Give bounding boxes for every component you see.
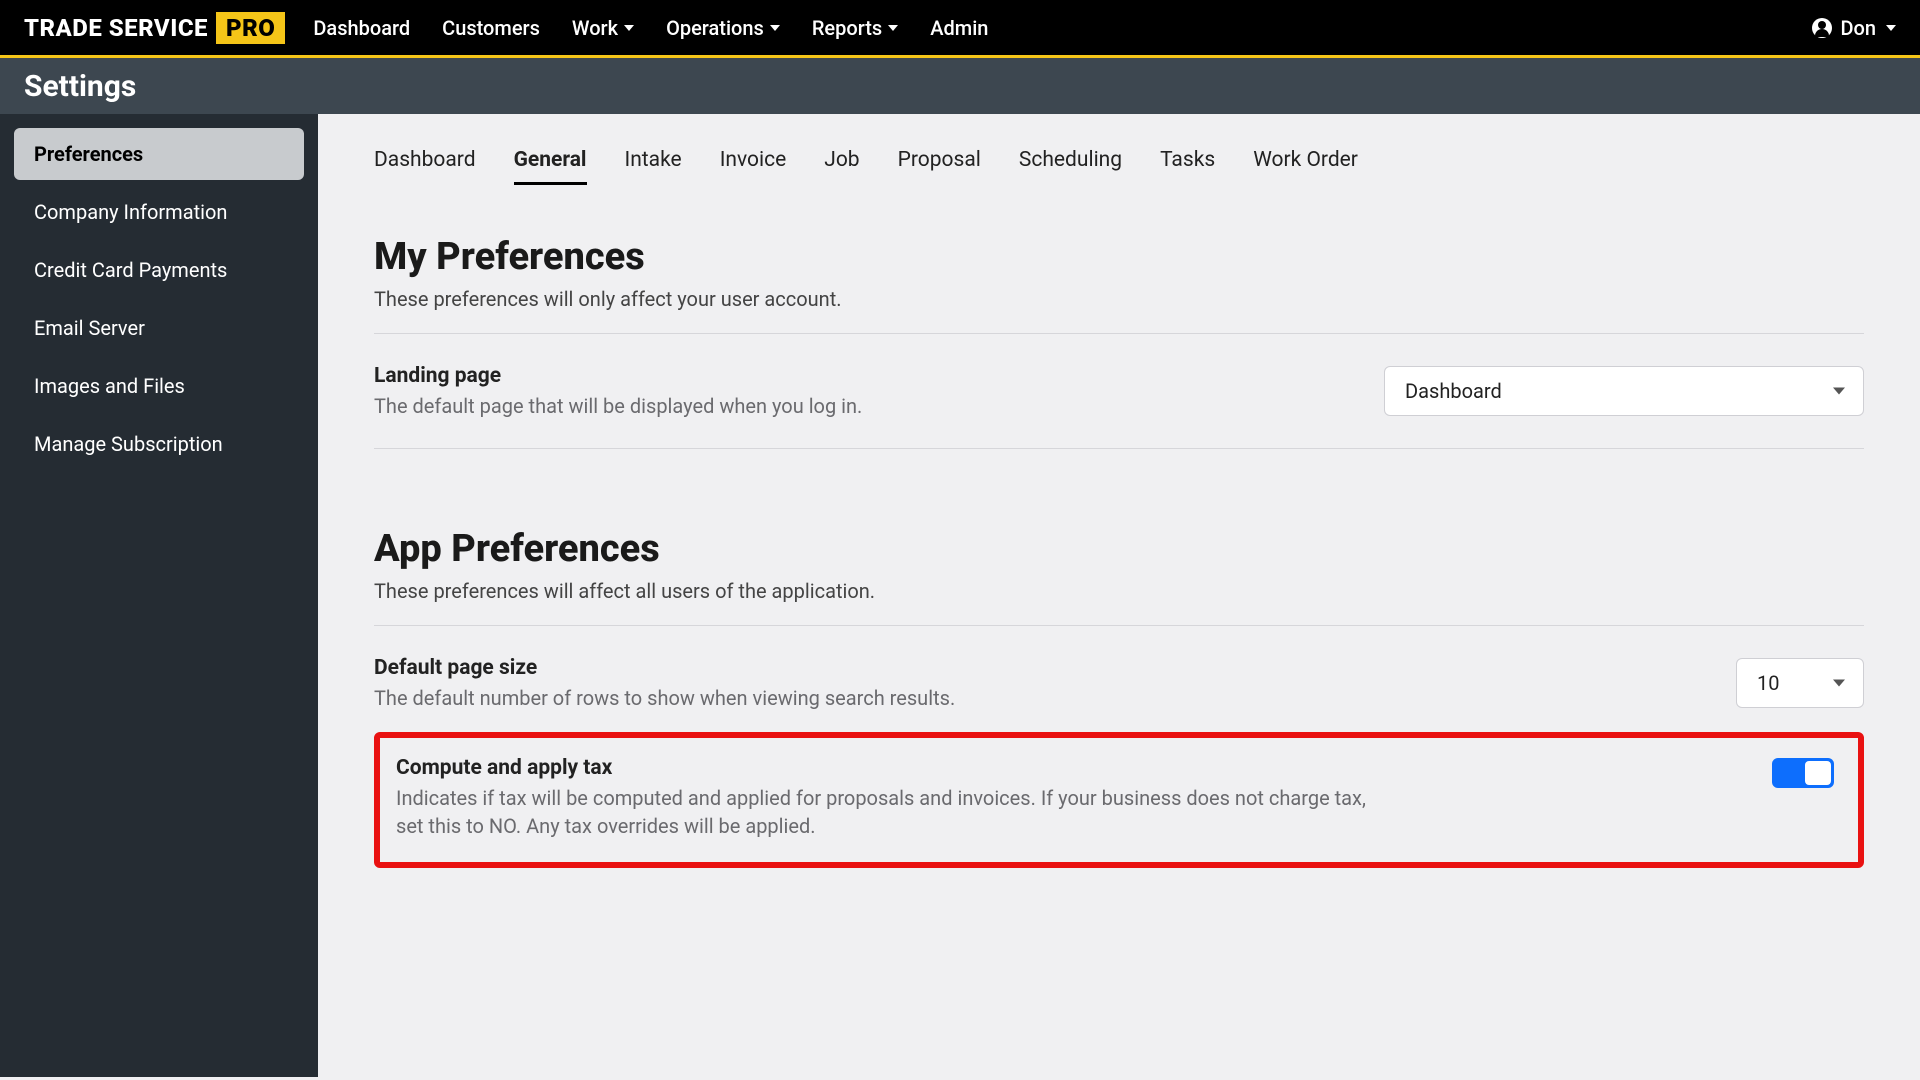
top-nav: TRADE SERVICE PRO Dashboard Customers Wo…: [0, 0, 1920, 58]
nav-label: Work: [572, 16, 618, 40]
pref-title: Landing page: [374, 364, 1384, 388]
user-menu[interactable]: Don: [1812, 16, 1896, 40]
nav-label: Reports: [812, 16, 882, 40]
tab-intake[interactable]: Intake: [625, 138, 682, 185]
tab-label: Invoice: [720, 148, 787, 172]
landing-page-select[interactable]: Dashboard: [1384, 366, 1864, 416]
select-value: 10: [1757, 671, 1779, 695]
pref-desc: The default number of rows to show when …: [374, 684, 1354, 712]
settings-header: Settings: [0, 58, 1920, 114]
tab-label: Scheduling: [1019, 148, 1122, 172]
nav-customers[interactable]: Customers: [442, 16, 540, 40]
nav-operations[interactable]: Operations: [666, 16, 780, 40]
nav-items: Dashboard Customers Work Operations Repo…: [313, 16, 1812, 40]
caret-down-icon: [888, 25, 898, 31]
logo[interactable]: TRADE SERVICE PRO: [24, 12, 285, 44]
page-size-select[interactable]: 10: [1736, 658, 1864, 708]
pref-desc: The default page that will be displayed …: [374, 392, 1354, 420]
my-preferences-sub: These preferences will only affect your …: [374, 287, 1864, 311]
pref-left: Compute and apply tax Indicates if tax w…: [396, 756, 1772, 840]
main-content: Dashboard General Intake Invoice Job Pro…: [318, 114, 1920, 1077]
nav-admin[interactable]: Admin: [930, 16, 988, 40]
app-preferences-heading: App Preferences: [374, 527, 1864, 571]
sidebar-item-label: Company Information: [34, 200, 227, 224]
sidebar-item-manage-subscription[interactable]: Manage Subscription: [14, 418, 304, 470]
tab-label: Intake: [625, 148, 682, 172]
nav-reports[interactable]: Reports: [812, 16, 898, 40]
tab-label: Proposal: [898, 148, 981, 172]
layout: Preferences Company Information Credit C…: [0, 114, 1920, 1077]
tab-label: General: [514, 148, 587, 172]
pref-row-landing-page: Landing page The default page that will …: [374, 358, 1864, 449]
app-preferences-sub: These preferences will affect all users …: [374, 579, 1864, 603]
pref-row-compute-tax-highlighted: Compute and apply tax Indicates if tax w…: [374, 732, 1864, 868]
settings-title: Settings: [24, 69, 136, 104]
sidebar: Preferences Company Information Credit C…: [0, 114, 318, 1077]
pref-row-default-page-size: Default page size The default number of …: [374, 650, 1864, 730]
my-preferences-heading: My Preferences: [374, 235, 1864, 279]
caret-down-icon: [624, 25, 634, 31]
nav-label: Operations: [666, 16, 764, 40]
tab-dashboard[interactable]: Dashboard: [374, 138, 476, 185]
nav-work[interactable]: Work: [572, 16, 634, 40]
tab-scheduling[interactable]: Scheduling: [1019, 138, 1122, 185]
sidebar-item-label: Email Server: [34, 316, 145, 340]
nav-label: Customers: [442, 16, 540, 40]
sidebar-item-images-and-files[interactable]: Images and Files: [14, 360, 304, 412]
tab-tasks[interactable]: Tasks: [1160, 138, 1215, 185]
tab-job[interactable]: Job: [824, 138, 859, 185]
pref-right: 10: [1736, 656, 1864, 708]
pref-title: Default page size: [374, 656, 1736, 680]
caret-down-icon: [1886, 25, 1896, 31]
user-name: Don: [1840, 16, 1876, 40]
pref-left: Default page size The default number of …: [374, 656, 1736, 712]
compute-tax-toggle[interactable]: [1772, 758, 1834, 788]
divider: [374, 333, 1864, 334]
tab-invoice[interactable]: Invoice: [720, 138, 787, 185]
pref-tabs: Dashboard General Intake Invoice Job Pro…: [374, 138, 1864, 185]
tab-label: Dashboard: [374, 148, 476, 172]
sidebar-item-label: Preferences: [34, 142, 143, 166]
tab-work-order[interactable]: Work Order: [1253, 138, 1358, 185]
toggle-knob: [1805, 761, 1831, 785]
sidebar-item-label: Images and Files: [34, 374, 185, 398]
user-icon: [1812, 18, 1832, 38]
chevron-down-icon: [1833, 388, 1845, 395]
pref-title: Compute and apply tax: [396, 756, 1772, 780]
nav-dashboard[interactable]: Dashboard: [313, 16, 410, 40]
pref-left: Landing page The default page that will …: [374, 364, 1384, 420]
tab-label: Work Order: [1253, 148, 1358, 172]
nav-label: Dashboard: [313, 16, 410, 40]
divider: [374, 625, 1864, 626]
sidebar-item-email-server[interactable]: Email Server: [14, 302, 304, 354]
pref-desc: Indicates if tax will be computed and ap…: [396, 784, 1376, 840]
sidebar-item-preferences[interactable]: Preferences: [14, 128, 304, 180]
sidebar-item-credit-card-payments[interactable]: Credit Card Payments: [14, 244, 304, 296]
select-value: Dashboard: [1405, 379, 1502, 403]
sidebar-item-label: Manage Subscription: [34, 432, 223, 456]
pref-right: Dashboard: [1384, 364, 1864, 416]
chevron-down-icon: [1833, 680, 1845, 687]
sidebar-item-company-information[interactable]: Company Information: [14, 186, 304, 238]
logo-text: TRADE SERVICE: [24, 14, 208, 42]
sidebar-item-label: Credit Card Payments: [34, 258, 227, 282]
nav-label: Admin: [930, 16, 988, 40]
tab-label: Tasks: [1160, 148, 1215, 172]
tab-label: Job: [824, 148, 859, 172]
tab-general[interactable]: General: [514, 138, 587, 185]
caret-down-icon: [770, 25, 780, 31]
tab-proposal[interactable]: Proposal: [898, 138, 981, 185]
logo-pro-badge: PRO: [216, 12, 285, 44]
